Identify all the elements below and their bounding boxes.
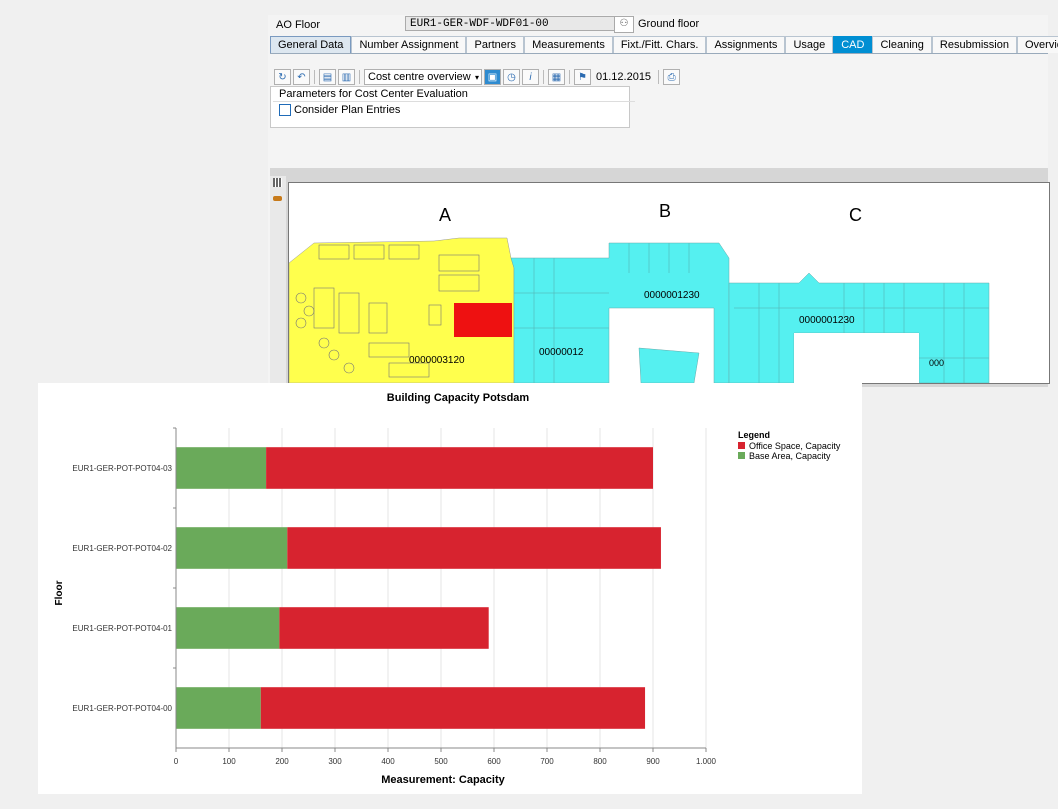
deselect-all-icon[interactable]: ▥ bbox=[338, 69, 355, 85]
bar-segment[interactable] bbox=[287, 527, 661, 569]
consider-plan-entries-checkbox[interactable] bbox=[279, 104, 291, 116]
layer-icon[interactable] bbox=[273, 196, 282, 201]
parameters-panel: Parameters for Cost Center Evaluation Co… bbox=[270, 86, 635, 128]
x-tick-label: 700 bbox=[540, 757, 554, 766]
time-icon[interactable]: ◷ bbox=[503, 69, 520, 85]
graphic-view-icon[interactable]: ▣ bbox=[484, 69, 501, 85]
key-date[interactable]: 01.12.2015 bbox=[593, 71, 654, 83]
cad-toolbar: ↻ ↶ ▤ ▥ Cost centre overview ▣ ◷ i ▦ ⚑ 0… bbox=[274, 68, 681, 86]
bar-segment[interactable] bbox=[176, 687, 261, 729]
x-axis-label: Measurement: Capacity bbox=[381, 774, 505, 786]
legend-swatch bbox=[738, 452, 745, 459]
cad-viewer: A B C 0000003120 00000012 0000001230 000… bbox=[270, 168, 1050, 387]
floor-description: Ground floor bbox=[638, 18, 700, 30]
tab-partners[interactable]: Partners bbox=[466, 36, 525, 53]
floor-plan-drawing: A B C 0000003120 00000012 0000001230 000… bbox=[289, 201, 990, 383]
x-tick-label: 400 bbox=[381, 757, 395, 766]
cad-floor-plan[interactable]: A B C 0000003120 00000012 0000001230 000… bbox=[288, 182, 1050, 384]
consider-plan-entries-row[interactable]: Consider Plan Entries bbox=[279, 104, 400, 116]
cost-center-label-c: 0000001230 bbox=[799, 315, 855, 326]
chart-y-ticks: EUR1-GER-POT-POT04-03 EUR1-GER-POT-POT04-… bbox=[72, 427, 177, 748]
tab-resubmission[interactable]: Resubmission bbox=[931, 36, 1017, 53]
bar-segment[interactable] bbox=[176, 447, 267, 489]
capacity-chart: Building Capacity Potsdam Measurement: C… bbox=[38, 383, 862, 794]
floor-id-field[interactable]: EUR1-GER-WDF-WDF01-00 bbox=[405, 16, 616, 31]
x-tick-label: 200 bbox=[275, 757, 289, 766]
tab-fixt-fitt-chars[interactable]: Fixt./Fitt. Chars. bbox=[612, 36, 707, 53]
x-tick-label: 300 bbox=[328, 757, 342, 766]
view-select[interactable]: Cost centre overview bbox=[364, 69, 482, 85]
tab-assignments[interactable]: Assignments bbox=[706, 36, 786, 53]
bar-segment[interactable] bbox=[260, 687, 646, 729]
tab-number-assignment[interactable]: Number Assignment bbox=[351, 36, 467, 53]
legend-entry[interactable]: Base Area, Capacity bbox=[749, 451, 831, 461]
x-tick-label: 800 bbox=[593, 757, 607, 766]
x-tick-label: 500 bbox=[434, 757, 448, 766]
parameters-title: Parameters for Cost Center Evaluation bbox=[273, 87, 635, 102]
sap-floor-window: AO Floor EUR1-GER-WDF-WDF01-00 ⚇ Ground … bbox=[268, 15, 1058, 387]
grid-icon[interactable] bbox=[273, 178, 282, 187]
bar-segment[interactable] bbox=[279, 607, 489, 649]
print-icon[interactable]: ⎙ bbox=[663, 69, 681, 85]
tab-cad[interactable]: CAD bbox=[833, 36, 873, 53]
wing-a-label: A bbox=[439, 205, 451, 225]
chart-x-ticks: 0 100 200 300 400 500 600 700 800 900 1.000 bbox=[174, 747, 717, 766]
x-tick-label: 0 bbox=[174, 757, 179, 766]
wing-c-label: C bbox=[849, 205, 862, 225]
bar-segment[interactable] bbox=[176, 527, 288, 569]
info-icon[interactable]: i bbox=[522, 69, 539, 85]
refresh-icon[interactable]: ↻ bbox=[274, 69, 291, 85]
chart-bars bbox=[176, 447, 661, 729]
ao-floor-label: AO Floor bbox=[276, 19, 321, 31]
legend-title: Legend bbox=[738, 430, 770, 440]
y-axis-label: Floor bbox=[54, 580, 65, 605]
legend-swatch bbox=[738, 442, 745, 449]
capacity-chart-svg: Building Capacity Potsdam Measurement: C… bbox=[54, 392, 841, 786]
wing-c-inner-white bbox=[794, 333, 919, 383]
glasses-icon[interactable]: ⚇ bbox=[614, 16, 634, 33]
y-tick-label: EUR1-GER-POT-POT04-00 bbox=[72, 704, 172, 713]
consider-plan-entries-label: Consider Plan Entries bbox=[294, 104, 401, 116]
wing-a-red-room bbox=[454, 303, 512, 337]
bar-segment[interactable] bbox=[266, 447, 653, 489]
tab-cleaning[interactable]: Cleaning bbox=[872, 36, 932, 53]
cost-center-label-a-red: 00000012 bbox=[539, 347, 584, 358]
tab-general-data[interactable]: General Data bbox=[270, 36, 352, 53]
y-tick-label: EUR1-GER-POT-POT04-01 bbox=[72, 624, 172, 633]
select-all-icon[interactable]: ▤ bbox=[319, 69, 336, 85]
tab-overviews[interactable]: Overviews bbox=[1016, 36, 1058, 53]
calendar-icon[interactable]: ▦ bbox=[548, 69, 565, 85]
wing-b-label: B bbox=[659, 201, 671, 221]
atrium-b-shape bbox=[638, 347, 700, 383]
tab-usage[interactable]: Usage bbox=[785, 36, 834, 53]
date-icon[interactable]: ⚑ bbox=[574, 69, 591, 85]
y-tick-label: EUR1-GER-POT-POT04-03 bbox=[72, 464, 172, 473]
cost-center-label-b: 0000001230 bbox=[644, 290, 700, 301]
cad-side-toolbar bbox=[270, 176, 286, 387]
legend-entry[interactable]: Office Space, Capacity bbox=[749, 441, 841, 451]
cost-center-label-c2: 000 bbox=[929, 358, 944, 368]
chart-title: Building Capacity Potsdam bbox=[387, 392, 530, 404]
x-tick-label: 100 bbox=[222, 757, 236, 766]
tab-strip: General Data Number Assignment Partners … bbox=[270, 36, 1058, 54]
undo-icon[interactable]: ↶ bbox=[293, 69, 310, 85]
cost-center-label-a: 0000003120 bbox=[409, 355, 465, 366]
x-tick-label: 600 bbox=[487, 757, 501, 766]
y-tick-label: EUR1-GER-POT-POT04-02 bbox=[72, 544, 172, 553]
tab-measurements[interactable]: Measurements bbox=[524, 36, 613, 53]
x-tick-label: 900 bbox=[646, 757, 660, 766]
chart-legend: LegendOffice Space, CapacityBase Area, C… bbox=[738, 430, 841, 461]
x-tick-label: 1.000 bbox=[696, 757, 717, 766]
bar-segment[interactable] bbox=[176, 607, 280, 649]
